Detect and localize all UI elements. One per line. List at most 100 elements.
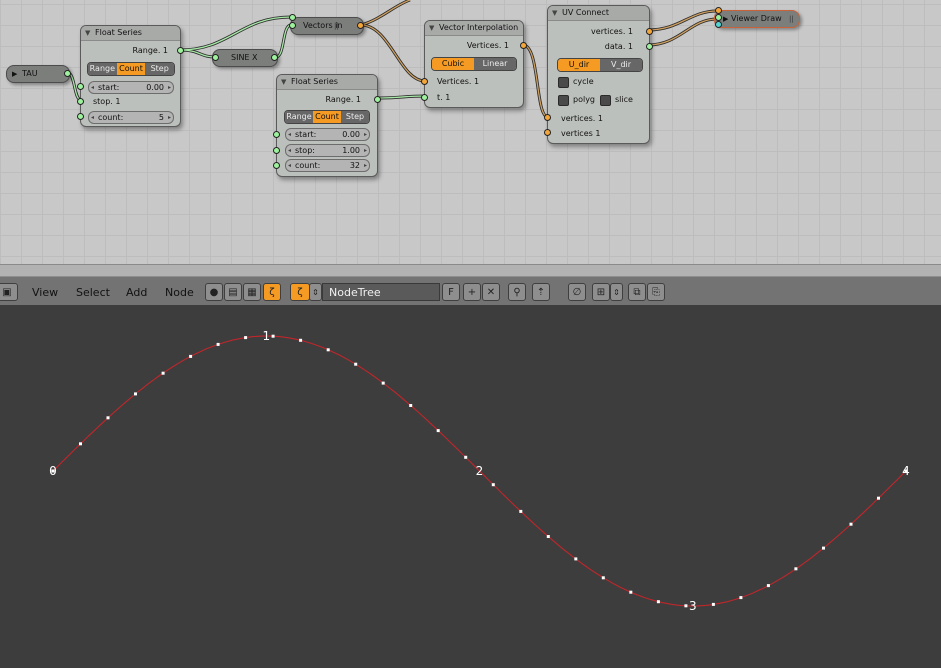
arrow-right-icon[interactable]: ▸ — [364, 160, 367, 171]
count-field[interactable]: ◂ count: 32 ▸ — [285, 159, 370, 172]
close-icon[interactable]: ✕ — [482, 283, 500, 301]
node-header[interactable]: ▼ Float Series — [277, 75, 377, 90]
mode-step-button[interactable]: Step — [341, 111, 369, 123]
mode-cubic-button[interactable]: Cubic — [432, 58, 474, 70]
node-float-series-1[interactable]: ▼ Float Series Range. 1 Range Count Step… — [77, 25, 184, 127]
node-vectors-in[interactable]: Vectors in || — [289, 14, 364, 35]
v-dir-button[interactable]: V_dir — [600, 59, 642, 71]
socket-vertices-out[interactable] — [646, 28, 653, 35]
mode-count-button[interactable]: Count — [313, 111, 341, 123]
node-vector-interpolation[interactable]: ▼ Vector Interpolation Vertices. 1 Cubic… — [421, 20, 527, 108]
socket-data-out[interactable] — [646, 43, 653, 50]
socket-stop-in[interactable] — [273, 147, 280, 154]
socket-vec-out[interactable] — [357, 22, 364, 29]
slice-checkbox[interactable] — [600, 95, 611, 106]
arrow-right-icon[interactable]: ▸ — [364, 145, 367, 156]
curve-vertex — [106, 416, 110, 420]
collapse-arrow-icon[interactable]: ▶ — [12, 66, 17, 82]
snap-mode-dropdown[interactable]: ⇕ — [610, 283, 623, 301]
collapse-arrow-icon[interactable]: ▼ — [429, 21, 434, 35]
mode-range-button[interactable]: Range — [88, 63, 117, 75]
snap-icon[interactable]: ∅ — [568, 283, 586, 301]
arrow-left-icon[interactable]: ◂ — [288, 160, 291, 171]
viewport[interactable]: 0 1 2 3 4 — [0, 305, 941, 664]
socket-tau-out[interactable] — [64, 70, 71, 77]
menu-node[interactable]: Node — [165, 286, 194, 299]
mode-range-button[interactable]: Range — [285, 111, 313, 123]
collapse-arrow-icon[interactable]: ▼ — [85, 26, 90, 40]
arrow-right-icon[interactable]: ▸ — [364, 129, 367, 140]
socket-viewer-edges-in[interactable] — [715, 14, 722, 21]
stop-field[interactable]: ◂ stop: 1.00 ▸ — [285, 144, 370, 157]
collapse-arrow-icon[interactable]: ▼ — [281, 75, 286, 89]
arrow-left-icon[interactable]: ◂ — [91, 82, 94, 93]
node-sine-x-label: SINE X — [231, 53, 258, 62]
node-header[interactable]: ▼ Vector Interpolation — [425, 21, 523, 36]
u-dir-button[interactable]: U_dir — [558, 59, 600, 71]
texture-icon[interactable]: ▤ — [224, 283, 242, 301]
node-header[interactable]: ▼ Float Series — [81, 26, 180, 41]
socket-count-in[interactable] — [77, 113, 84, 120]
socket-viewer-vertices-in[interactable] — [715, 7, 722, 14]
socket-vertices-in[interactable] — [421, 78, 428, 85]
copy-icon[interactable]: ⧉ — [628, 283, 646, 301]
node-viewer-draw[interactable]: ▶ Viewer Draw || — [714, 7, 800, 28]
node-title: UV Connect — [562, 8, 609, 17]
cycle-checkbox[interactable] — [558, 77, 569, 88]
plus-icon[interactable]: + — [463, 283, 481, 301]
curve-vertex — [656, 600, 660, 604]
socket-sine-in[interactable] — [212, 54, 219, 61]
snap-element-icon[interactable]: ⊞ — [592, 283, 610, 301]
arrow-left-icon[interactable]: ◂ — [91, 112, 94, 123]
editor-type-icon[interactable]: ▣ — [0, 283, 18, 301]
polyg-checkbox[interactable] — [558, 95, 569, 106]
curve-vertex — [794, 567, 798, 571]
socket-count-in[interactable] — [273, 162, 280, 169]
count-field[interactable]: ◂ count: 5 ▸ — [88, 111, 174, 124]
material-icon[interactable]: ● — [205, 283, 223, 301]
pin-icon[interactable]: ⚲ — [508, 283, 526, 301]
arrow-right-icon[interactable]: ▸ — [168, 112, 171, 123]
start-field[interactable]: ◂ start: 0.00 ▸ — [88, 81, 174, 94]
socket-vertices-in-2[interactable] — [544, 129, 551, 136]
node-tau[interactable]: ▶ TAU — [6, 65, 71, 83]
node-float-series-2[interactable]: ▼ Float Series Range. 1 Range Count Step… — [273, 74, 381, 177]
menu-add[interactable]: Add — [126, 286, 147, 299]
socket-start-in[interactable] — [273, 131, 280, 138]
fake-user-button[interactable]: F — [442, 283, 460, 301]
arrow-left-icon[interactable]: ◂ — [288, 129, 291, 140]
parent-icon[interactable]: ⇡ — [532, 283, 550, 301]
paste-icon[interactable]: ⎘ — [647, 283, 665, 301]
tree-name-field[interactable]: NodeTree — [322, 283, 440, 301]
socket-vertices-in-1[interactable] — [544, 114, 551, 121]
node-sine-x[interactable]: SINE X — [212, 49, 278, 67]
socket-viewer-matrix-in[interactable] — [715, 21, 722, 28]
menu-view[interactable]: View — [32, 286, 58, 299]
socket-sine-out[interactable] — [271, 54, 278, 61]
node-header[interactable]: ▼ UV Connect — [548, 6, 649, 21]
socket-vertices-out[interactable] — [520, 42, 527, 49]
socket-vec-y-in[interactable] — [289, 22, 296, 29]
collapse-arrow-icon[interactable]: ▶ — [723, 11, 728, 27]
sverchok-tree-icon[interactable]: ζ — [290, 283, 310, 301]
socket-start-in[interactable] — [77, 83, 84, 90]
socket-stop-in[interactable] — [77, 98, 84, 105]
node-uv-connect[interactable]: ▼ UV Connect vertices. 1 data. 1 U_dir V… — [544, 5, 653, 144]
mode-count-button[interactable]: Count — [116, 63, 146, 75]
node-editor[interactable]: ▶ TAU ▼ Float Series Range. 1 Range Coun… — [0, 0, 941, 264]
socket-t-in[interactable] — [421, 94, 428, 101]
compositing-icon[interactable]: ▦ — [243, 283, 261, 301]
socket-vec-x-in[interactable] — [289, 14, 296, 21]
start-field[interactable]: ◂ start: 0.00 ▸ — [285, 128, 370, 141]
menu-select[interactable]: Select — [76, 286, 110, 299]
socket-range-out[interactable] — [177, 47, 184, 54]
mode-linear-button[interactable]: Linear — [474, 58, 516, 70]
arrow-left-icon[interactable]: ◂ — [288, 145, 291, 156]
curve-vertex — [822, 546, 825, 550]
mode-step-button[interactable]: Step — [145, 63, 174, 75]
collapse-arrow-icon[interactable]: ▼ — [552, 6, 557, 20]
socket-range-out[interactable] — [374, 96, 381, 103]
sverchok-icon[interactable]: ζ — [263, 283, 281, 301]
tree-browse-icon[interactable]: ⇕ — [309, 283, 322, 301]
arrow-right-icon[interactable]: ▸ — [168, 82, 171, 93]
